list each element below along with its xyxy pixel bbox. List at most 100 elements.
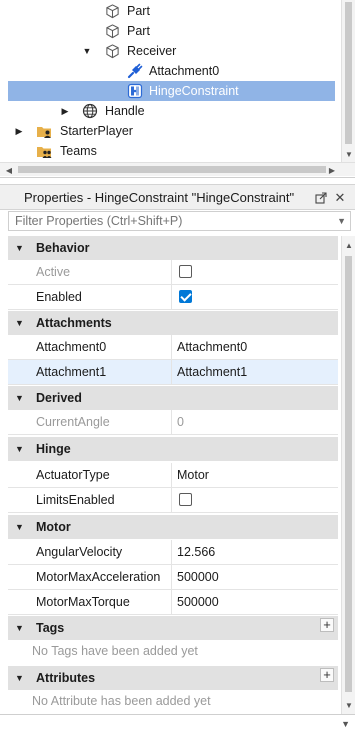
collapse-arrow-icon[interactable]: ▼: [15, 318, 24, 328]
enabled-checkbox[interactable]: [179, 290, 192, 303]
category-tags[interactable]: ▼ Tags +: [8, 616, 338, 640]
category-label: Hinge: [36, 442, 71, 456]
column-divider: [171, 410, 172, 434]
property-row-enabled[interactable]: Enabled: [8, 285, 338, 310]
active-checkbox[interactable]: [179, 265, 192, 278]
starter-player-icon: [36, 123, 53, 140]
tree-item-hingeconstraint[interactable]: HingeConstraint: [8, 81, 335, 101]
property-value[interactable]: Motor: [177, 463, 209, 487]
property-row-motormaxacceleration[interactable]: MotorMaxAcceleration 500000: [8, 565, 338, 590]
attachment-icon: [126, 63, 143, 80]
scroll-down-arrow-icon[interactable]: ▼: [342, 698, 355, 712]
no-tags-message: No Tags have been added yet: [32, 644, 198, 658]
property-name: ActuatorType: [36, 468, 110, 482]
category-derived[interactable]: ▼ Derived: [8, 386, 338, 410]
tree-item-starterplayer[interactable]: ▶ StarterPlayer: [8, 121, 335, 141]
property-row-active[interactable]: Active: [8, 260, 338, 285]
property-value[interactable]: 500000: [177, 590, 219, 614]
add-attribute-button[interactable]: +: [320, 668, 334, 682]
property-value[interactable]: 500000: [177, 565, 219, 589]
scrollbar-thumb[interactable]: [18, 166, 326, 173]
collapse-arrow-icon[interactable]: ▼: [15, 623, 24, 633]
tree-item-label: Receiver: [127, 44, 177, 58]
property-value[interactable]: Attachment1: [177, 360, 247, 384]
scroll-right-arrow-icon[interactable]: ▶: [325, 163, 339, 177]
filter-properties-field[interactable]: ▼: [8, 211, 351, 231]
property-row-currentangle[interactable]: CurrentAngle 0: [8, 410, 338, 435]
tree-item-label: Teams: [60, 144, 97, 158]
expand-arrow-icon[interactable]: ▶: [60, 106, 70, 116]
tree-item-receiver[interactable]: ▼ Receiver: [8, 41, 335, 61]
category-behavior[interactable]: ▼ Behavior: [8, 236, 338, 260]
category-hinge[interactable]: ▼ Hinge: [8, 437, 338, 461]
scroll-left-arrow-icon[interactable]: ◀: [2, 163, 16, 177]
collapse-arrow-icon[interactable]: ▼: [15, 522, 24, 532]
tree-item-label: Part: [127, 4, 150, 18]
column-divider: [171, 285, 172, 309]
column-divider: [171, 590, 172, 614]
chevron-down-icon[interactable]: ▼: [337, 216, 346, 226]
properties-title: Properties - HingeConstraint "HingeConst…: [24, 189, 295, 205]
scroll-down-arrow-icon[interactable]: ▼: [342, 147, 355, 161]
property-row-attachment0[interactable]: Attachment0 Attachment0: [8, 335, 338, 360]
collapse-arrow-icon[interactable]: ▼: [15, 393, 24, 403]
property-row-motormaxtorque[interactable]: MotorMaxTorque 500000: [8, 590, 338, 615]
category-label: Attributes: [36, 671, 96, 685]
part-icon: [104, 23, 121, 40]
column-divider: [171, 260, 172, 284]
column-divider: [171, 335, 172, 359]
globe-icon: [81, 103, 98, 120]
explorer-horizontal-scrollbar[interactable]: ◀ ▶: [0, 162, 355, 176]
property-name: MotorMaxAcceleration: [36, 570, 161, 584]
tree-item-part-2[interactable]: Part: [8, 21, 335, 41]
part-icon: [104, 43, 121, 60]
tree-item-label: Part: [127, 24, 150, 38]
property-name: Enabled: [36, 290, 82, 304]
scroll-up-arrow-icon[interactable]: ▲: [342, 238, 355, 252]
add-tag-button[interactable]: +: [320, 618, 334, 632]
property-name: Attachment0: [36, 340, 107, 354]
category-attributes[interactable]: ▼ Attributes +: [8, 666, 338, 690]
teams-icon: [36, 143, 53, 160]
category-label: Motor: [36, 520, 71, 534]
tree-item-attachment0[interactable]: Attachment0: [8, 61, 335, 81]
scrollbar-thumb[interactable]: [345, 2, 352, 144]
properties-grid: ▼ Behavior Active Enabled ▼ Attachments …: [8, 236, 338, 714]
collapse-arrow-icon[interactable]: ▼: [15, 444, 24, 454]
tree-item-handle[interactable]: ▶ Handle: [8, 101, 335, 121]
close-icon[interactable]: ✕: [332, 190, 348, 206]
category-label: Attachments: [36, 316, 112, 330]
property-name: MotorMaxTorque: [36, 595, 130, 609]
property-name: Active: [36, 265, 71, 279]
property-row-limitsenabled[interactable]: LimitsEnabled: [8, 488, 338, 513]
expand-arrow-icon[interactable]: ▶: [14, 126, 24, 136]
property-value[interactable]: Attachment0: [177, 335, 247, 359]
tree-item-teams[interactable]: Teams: [8, 141, 335, 161]
category-label: Tags: [36, 621, 65, 635]
category-motor[interactable]: ▼ Motor: [8, 515, 338, 539]
category-label: Behavior: [36, 241, 90, 255]
collapse-arrow-icon[interactable]: ▼: [82, 46, 92, 56]
column-divider: [171, 565, 172, 589]
property-row-angularvelocity[interactable]: AngularVelocity 12.566: [8, 540, 338, 565]
scrollbar-thumb[interactable]: [345, 256, 352, 692]
collapse-arrow-icon[interactable]: ▼: [15, 243, 24, 253]
chevron-down-icon[interactable]: ▼: [341, 719, 350, 729]
category-label: Derived: [36, 391, 82, 405]
filter-properties-input[interactable]: [9, 212, 309, 230]
properties-title-bar: Properties - HingeConstraint "HingeConst…: [0, 184, 355, 210]
tree-item-part-1[interactable]: Part: [8, 1, 335, 21]
property-value[interactable]: 12.566: [177, 540, 215, 564]
category-attachments[interactable]: ▼ Attachments: [8, 311, 338, 335]
limits-enabled-checkbox[interactable]: [179, 493, 192, 506]
explorer-vertical-scrollbar[interactable]: ▼: [341, 0, 355, 162]
property-name: Attachment1: [36, 365, 107, 379]
column-divider: [171, 463, 172, 487]
undock-icon[interactable]: [313, 190, 329, 206]
property-row-attachment1[interactable]: Attachment1 Attachment1: [8, 360, 338, 385]
hinge-constraint-icon: [126, 83, 143, 100]
column-divider: [171, 488, 172, 512]
collapse-arrow-icon[interactable]: ▼: [15, 673, 24, 683]
property-row-actuatortype[interactable]: ActuatorType Motor: [8, 463, 338, 488]
properties-vertical-scrollbar[interactable]: ▲ ▼: [341, 236, 355, 714]
